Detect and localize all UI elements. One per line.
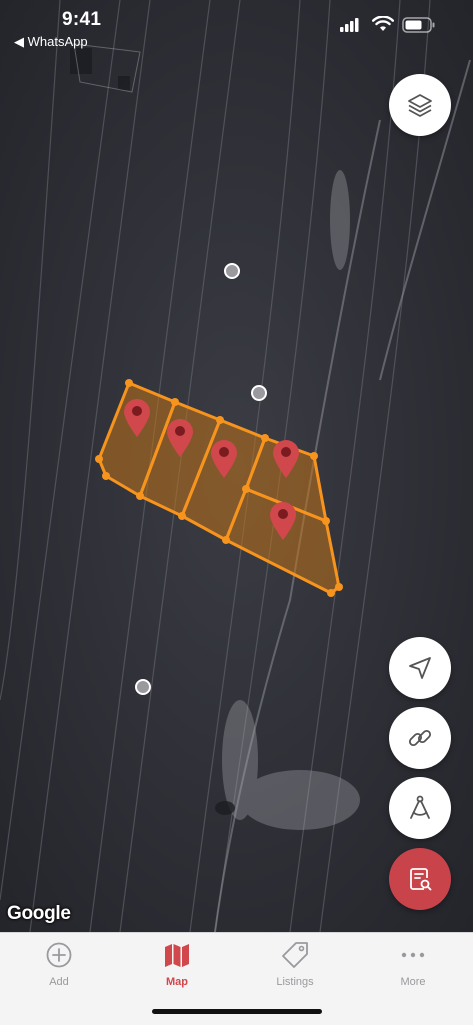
wifi-icon [372,16,394,31]
home-indicator [152,1009,322,1014]
map-icon [165,944,189,967]
plus-circle-icon [46,942,72,968]
layers-icon [408,94,432,117]
status-bar: 9:41 ◀ WhatsApp [0,0,473,54]
tag-icon [282,942,308,968]
tab-add[interactable]: Add [0,939,118,988]
map-point-marker[interactable] [224,263,240,279]
status-time: 9:41 [62,9,102,30]
map-point-marker[interactable] [135,679,151,695]
my-location-button[interactable] [389,637,451,699]
share-link-button[interactable] [389,707,451,769]
back-to-app-link[interactable]: ◀ WhatsApp [14,34,88,50]
cellular-signal-icon [340,18,359,32]
document-search-icon [410,868,432,891]
tab-more-label: More [400,976,426,988]
parcel-pin-icon[interactable] [209,439,239,479]
parcel-pin-icon[interactable] [165,418,195,458]
tab-map[interactable]: Map [118,939,236,988]
google-attribution: Google [7,903,71,924]
parcel-pin-icon[interactable] [122,398,152,438]
battery-icon [402,17,435,33]
ellipsis-icon [401,952,425,958]
measure-button[interactable] [389,777,451,839]
parcel-pin-icon[interactable] [268,501,298,541]
tab-listings[interactable]: Listings [236,939,354,988]
compass-icon [410,795,430,819]
layers-button[interactable] [389,74,451,136]
tab-more[interactable]: More [354,939,472,988]
parcel-report-button[interactable] [389,848,451,910]
tab-listings-label: Listings [276,976,314,988]
tab-add-label: Add [49,976,69,988]
link-icon [408,729,432,747]
tab-map-label: Map [166,976,188,988]
navigation-arrow-icon [409,657,431,679]
map-point-marker[interactable] [251,385,267,401]
parcel-pin-icon[interactable] [271,439,301,479]
